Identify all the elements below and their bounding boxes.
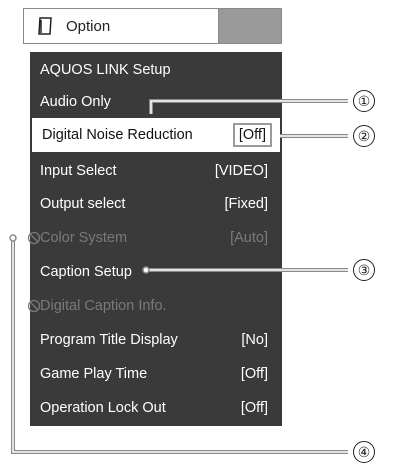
callout-number-2: ②	[353, 125, 375, 147]
no-entry-icon	[27, 299, 41, 313]
callout-lines	[9, 99, 348, 454]
no-entry-icon	[27, 231, 41, 245]
callout-number-3: ③	[353, 259, 375, 281]
callout-number-1: ①	[353, 90, 375, 112]
callout-number-4: ④	[353, 441, 375, 463]
callout-line-1	[149, 99, 348, 114]
